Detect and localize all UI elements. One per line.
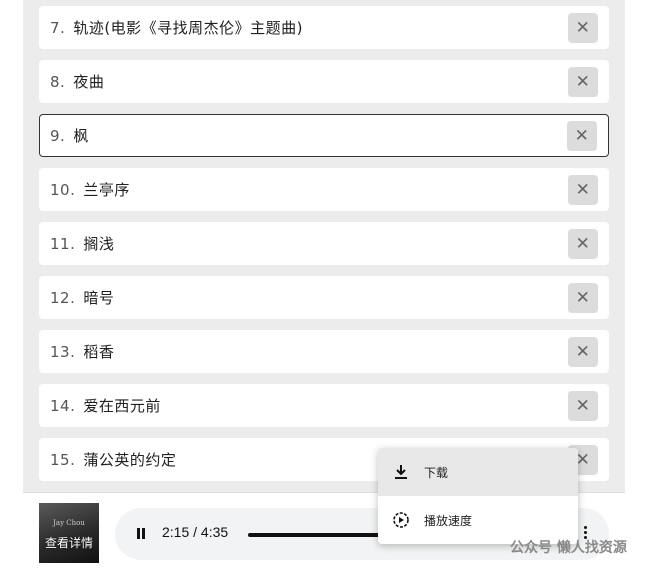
track-title: 枫	[73, 127, 89, 145]
delete-track-button[interactable]: ✕	[567, 120, 597, 151]
track-number: 10.	[50, 180, 76, 199]
track-number: 11.	[50, 234, 76, 253]
track-number: 15.	[50, 450, 76, 469]
track-number: 12.	[50, 288, 76, 307]
watermark: 公众号 懒人找资源	[510, 540, 627, 556]
track-item[interactable]: 11. 搁浅 ✕	[39, 222, 609, 265]
delete-track-button[interactable]: ✕	[568, 174, 598, 205]
delete-track-button[interactable]: ✕	[568, 390, 598, 421]
track-number: 9.	[50, 126, 66, 145]
playback-speed-icon	[393, 512, 409, 528]
download-icon	[395, 465, 407, 479]
time-display: 2:15 / 4:35	[162, 524, 229, 540]
track-title: 蒲公英的约定	[83, 451, 177, 469]
progress-fill	[248, 533, 395, 537]
cover-artist-text: Jay Chou	[53, 519, 85, 527]
view-details-label[interactable]: 查看详情	[39, 534, 99, 551]
track-item[interactable]: 13. 稻香 ✕	[39, 330, 609, 373]
delete-track-button[interactable]: ✕	[568, 228, 598, 259]
delete-track-button[interactable]: ✕	[568, 66, 598, 97]
track-title: 搁浅	[83, 235, 115, 253]
track-title: 轨迹(电影《寻找周杰伦》主题曲)	[73, 19, 304, 37]
track-title: 夜曲	[73, 73, 105, 91]
track-number: 8.	[50, 72, 66, 91]
track-title: 爱在西元前	[83, 397, 161, 415]
album-cover[interactable]: Jay Chou 查看详情	[39, 503, 99, 563]
delete-track-button[interactable]: ✕	[568, 336, 598, 367]
download-menu-item[interactable]: 下载	[378, 448, 578, 496]
track-item[interactable]: 14. 爱在西元前 ✕	[39, 384, 609, 427]
track-title: 暗号	[83, 289, 115, 307]
download-label: 下载	[424, 465, 449, 480]
pause-icon-bar	[137, 528, 140, 539]
delete-track-button[interactable]: ✕	[568, 12, 598, 43]
track-number: 7.	[50, 18, 66, 37]
track-item[interactable]: 10. 兰亭序 ✕	[39, 168, 609, 211]
playback-speed-label: 播放速度	[424, 513, 473, 528]
pause-icon-bar	[142, 528, 145, 539]
track-item[interactable]: 7. 轨迹(电影《寻找周杰伦》主题曲) ✕	[39, 6, 609, 49]
track-item[interactable]: 12. 暗号 ✕	[39, 276, 609, 319]
track-title: 稻香	[83, 343, 115, 361]
track-item[interactable]: 8. 夜曲 ✕	[39, 60, 609, 103]
options-menu: 下载 播放速度	[378, 448, 578, 544]
track-title: 兰亭序	[83, 181, 130, 199]
pause-button[interactable]	[133, 526, 149, 542]
delete-track-button[interactable]: ✕	[568, 282, 598, 313]
track-number: 13.	[50, 342, 76, 361]
track-item-active[interactable]: 9. 枫 ✕	[39, 114, 609, 157]
track-number: 14.	[50, 396, 76, 415]
